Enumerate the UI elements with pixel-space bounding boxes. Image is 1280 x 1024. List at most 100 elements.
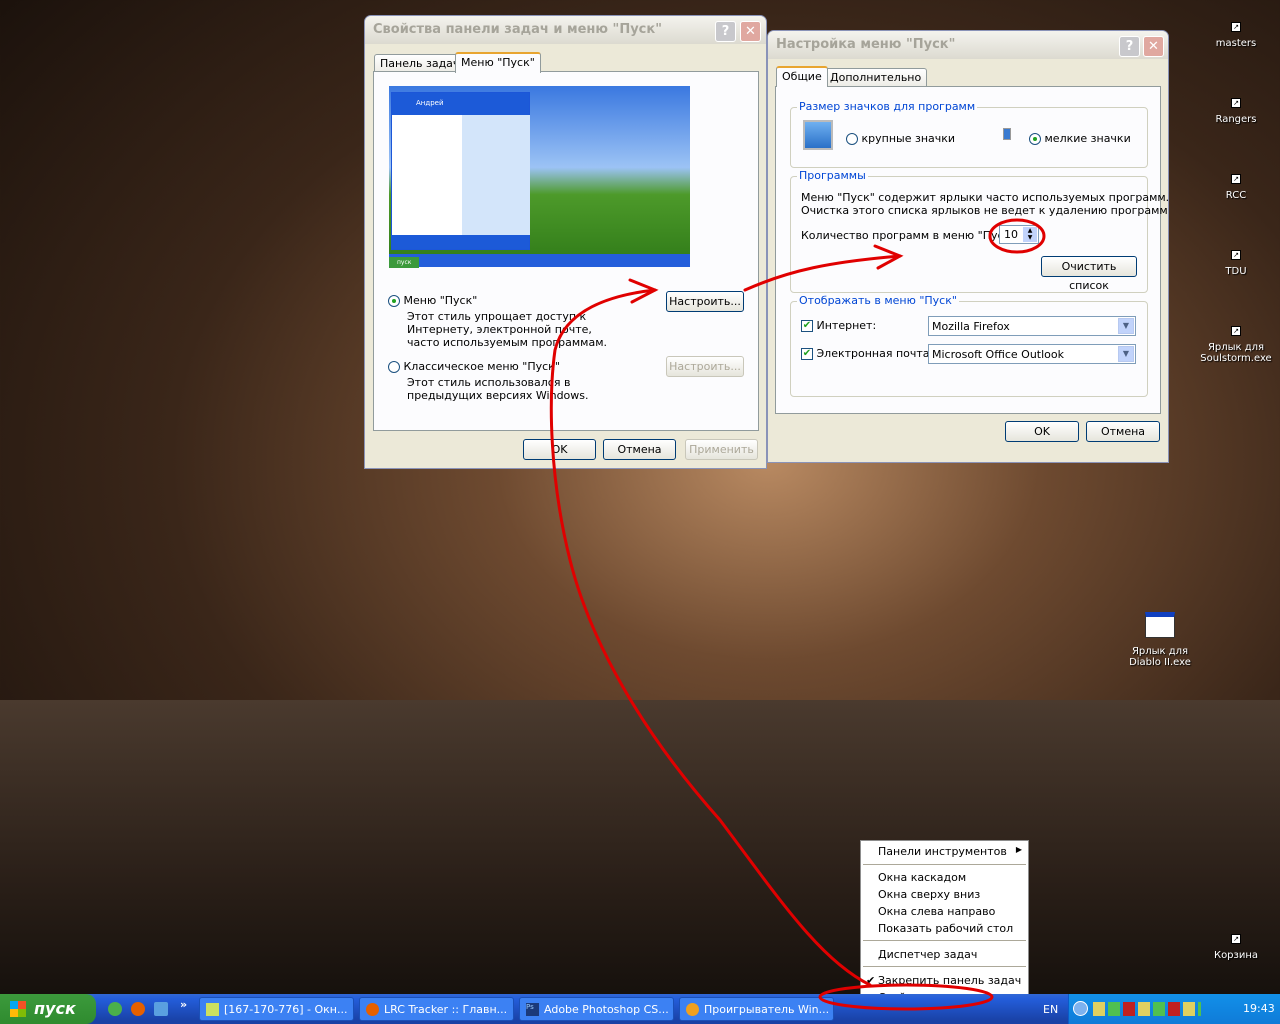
radio-icon xyxy=(388,295,400,307)
internet-checkbox[interactable]: ✔ Интернет: xyxy=(801,319,876,332)
checkbox-icon: ✔ xyxy=(801,348,813,360)
desktop-icon-rangers[interactable]: ↗ Rangers xyxy=(1191,98,1280,125)
icon-label: RCC xyxy=(1225,190,1247,201)
clock[interactable]: 19:43 xyxy=(1243,1002,1275,1015)
program-count-spinner[interactable]: 10 ▲ ▼ xyxy=(999,225,1039,244)
cancel-button[interactable]: Отмена xyxy=(603,439,676,460)
program-count-value: 10 xyxy=(1004,228,1018,241)
program-count-label: Количество программ в меню "Пуск": xyxy=(801,229,1019,242)
desktop-icon-diablo[interactable]: Ярлык для Diablo II.exe xyxy=(1120,612,1200,668)
start-button[interactable]: пуск xyxy=(0,994,96,1024)
preview-menu-footer xyxy=(392,235,529,249)
group-label: Отображать в меню "Пуск" xyxy=(797,294,959,307)
radio-label: мелкие значки xyxy=(1044,132,1131,145)
application-icon xyxy=(1145,612,1175,638)
classic-customize-button: Настроить... xyxy=(666,356,744,377)
desktop-icon-rcc[interactable]: ↗ RCC xyxy=(1191,174,1280,201)
close-button[interactable]: ✕ xyxy=(1143,36,1164,57)
customize-button[interactable]: Настроить... xyxy=(666,291,744,312)
task-button-1[interactable]: [167-170-776] - Окн... xyxy=(199,997,354,1021)
icon-label: Ярлык для Diablo II.exe xyxy=(1129,646,1191,668)
group-label: Размер значков для программ xyxy=(797,100,978,113)
start-label: пуск xyxy=(34,999,76,1018)
menu-label: Закрепить панель задач xyxy=(878,974,1022,987)
media-player-icon xyxy=(686,1003,699,1016)
group-label: Программы xyxy=(797,169,868,182)
show-on-start-menu-group: Отображать в меню "Пуск" ✔ Интернет: Moz… xyxy=(790,294,1148,397)
cancel-button[interactable]: Отмена xyxy=(1086,421,1160,442)
clear-list-button[interactable]: Очистить список xyxy=(1041,256,1137,292)
spinner-arrows-icon[interactable]: ▲ ▼ xyxy=(1023,227,1037,242)
utorrent-icon[interactable] xyxy=(108,1002,122,1016)
task-button-4[interactable]: Проигрыватель Win... xyxy=(679,997,834,1021)
ok-button[interactable]: OK xyxy=(523,439,596,460)
task-button-3[interactable]: Ps Adobe Photoshop CS... xyxy=(519,997,674,1021)
help-button[interactable]: ? xyxy=(1119,36,1140,57)
chevron-down-icon[interactable]: ▼ xyxy=(1118,346,1134,362)
internet-combo[interactable]: Mozilla Firefox ▼ xyxy=(928,316,1136,336)
photoshop-icon: Ps xyxy=(526,1003,539,1016)
menu-item-cascade[interactable]: Окна каскадом xyxy=(861,869,1028,886)
desktop-icon-tdu[interactable]: ↗ TDU xyxy=(1191,250,1280,277)
radio-label: крупные значки xyxy=(861,132,956,145)
taskbar: пуск » [167-170-776] - Окн... LRC Tracke… xyxy=(0,994,1280,1024)
tab-panel: Андрей пуск Меню "Пуск" Этот стиль упрощ… xyxy=(373,71,759,431)
desktop-icon-masters[interactable]: ↗ masters xyxy=(1191,22,1280,49)
desktop-icon-soulstorm[interactable]: ↗ Ярлык для Soulstorm.exe xyxy=(1191,326,1280,364)
ok-button[interactable]: OK xyxy=(1005,421,1079,442)
small-icons-radio[interactable]: мелкие значки xyxy=(1029,132,1131,145)
task-label: Проигрыватель Win... xyxy=(704,1003,830,1016)
help-button[interactable]: ? xyxy=(715,21,736,42)
preview-start: пуск xyxy=(389,257,420,268)
dialog-title: Свойства панели задач и меню "Пуск" xyxy=(373,22,662,37)
chevron-down-icon[interactable]: ▼ xyxy=(1118,318,1134,334)
chevron-left-icon[interactable] xyxy=(1073,1001,1088,1016)
start-menu-description: Этот стиль упрощает доступ к Интернету, … xyxy=(407,310,607,349)
combo-value: Microsoft Office Outlook xyxy=(932,348,1064,361)
desktop-icon-recycle-bin[interactable]: ↗ Корзина xyxy=(1191,934,1280,961)
shortcut-icon: ↗ xyxy=(1231,174,1241,184)
email-checkbox[interactable]: ✔ Электронная почта: xyxy=(801,347,933,360)
menu-separator xyxy=(863,966,1026,967)
icon-label: Rangers xyxy=(1215,114,1257,125)
wallpaper-sea xyxy=(0,700,1280,1000)
preview-right-column xyxy=(462,115,530,235)
firefox-icon[interactable] xyxy=(131,1002,145,1016)
close-button[interactable]: ✕ xyxy=(740,21,761,42)
shortcut-icon: ↗ xyxy=(1231,22,1241,32)
title-bar: Настройка меню "Пуск" ? ✕ xyxy=(768,31,1168,59)
tab-start-menu[interactable]: Меню "Пуск" xyxy=(455,52,541,73)
menu-separator xyxy=(863,864,1026,865)
classic-menu-radio[interactable]: Классическое меню "Пуск" xyxy=(388,360,560,373)
recycle-bin-icon: ↗ xyxy=(1231,934,1241,944)
email-combo[interactable]: Microsoft Office Outlook ▼ xyxy=(928,344,1136,364)
menu-item-show-desktop[interactable]: Показать рабочий стол xyxy=(861,920,1028,937)
large-icons-computer-icon xyxy=(803,120,833,150)
apply-button: Применить xyxy=(685,439,758,460)
start-menu-radio[interactable]: Меню "Пуск" xyxy=(388,294,477,307)
taskbar-context-menu: Панели инструментов ▶ Окна каскадом Окна … xyxy=(860,840,1029,1008)
menu-item-lock-taskbar[interactable]: ✔ Закрепить панель задач xyxy=(861,972,1028,989)
radio-label: Меню "Пуск" xyxy=(403,294,478,307)
programs-group: Программы Меню "Пуск" содержит ярлыки ча… xyxy=(790,169,1168,293)
tray-icons[interactable] xyxy=(1093,1002,1201,1016)
tab-advanced[interactable]: Дополнительно xyxy=(824,68,928,87)
submenu-arrow-icon: ▶ xyxy=(1015,845,1022,854)
quicklaunch-app-icon[interactable] xyxy=(154,1002,168,1016)
menu-item-tile-vertical[interactable]: Окна слева направо xyxy=(861,903,1028,920)
menu-item-task-manager[interactable]: Диспетчер задач xyxy=(861,946,1028,963)
radio-label: Классическое меню "Пуск" xyxy=(403,360,560,373)
icon-label: Корзина xyxy=(1213,950,1259,961)
customize-start-menu-dialog: Настройка меню "Пуск" ? ✕ Общие Дополнит… xyxy=(767,30,1169,463)
chevron-more-icon[interactable]: » xyxy=(180,998,187,1011)
shortcut-icon: ↗ xyxy=(1231,250,1241,260)
icon-size-group: Размер значков для программ крупные знач… xyxy=(790,100,1148,168)
large-icons-radio[interactable]: крупные значки xyxy=(846,132,955,145)
taskbar-properties-dialog: Свойства панели задач и меню "Пуск" ? ✕ … xyxy=(364,15,767,469)
menu-item-tile-horizontal[interactable]: Окна сверху вниз xyxy=(861,886,1028,903)
tab-general[interactable]: Общие xyxy=(776,66,828,87)
task-button-2[interactable]: LRC Tracker :: Главн... xyxy=(359,997,514,1021)
menu-item-toolbars[interactable]: Панели инструментов ▶ xyxy=(861,843,1028,860)
checkbox-label: Электронная почта: xyxy=(816,347,934,360)
language-indicator[interactable]: EN xyxy=(1043,1003,1058,1016)
